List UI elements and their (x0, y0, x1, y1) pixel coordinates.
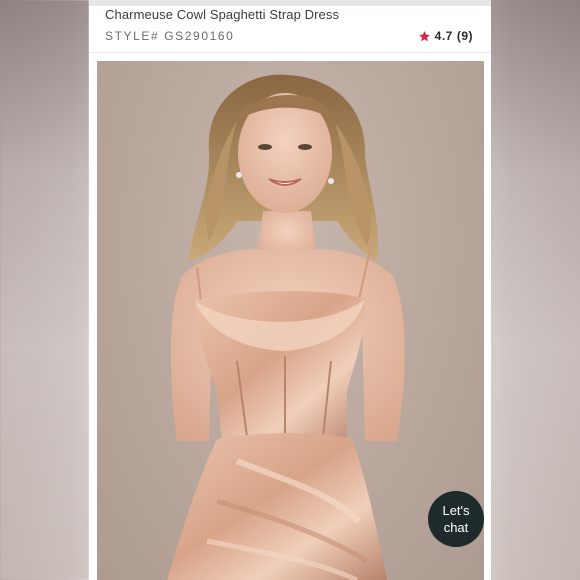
rating-value: 4.7 (434, 29, 453, 43)
review-count[interactable]: (9) (457, 29, 473, 43)
style-number: STYLE# GS290160 (105, 29, 234, 43)
model-illustration (167, 74, 405, 580)
product-image[interactable] (97, 61, 484, 580)
chat-line1: Let's (442, 503, 470, 518)
product-panel: Charmeuse Cowl Spaghetti Strap Dress STY… (89, 0, 491, 580)
rating-summary[interactable]: 4.7 (9) (418, 29, 473, 43)
background-blur-left (0, 0, 89, 580)
chat-line2: chat (443, 520, 469, 535)
divider (89, 52, 491, 53)
style-label: STYLE# (105, 29, 160, 43)
star-icon (418, 30, 430, 41)
top-bar (89, 0, 491, 6)
chat-button[interactable]: Let's chat (428, 491, 484, 547)
style-value: GS290160 (164, 29, 235, 43)
product-title: Charmeuse Cowl Spaghetti Strap Dress (105, 7, 340, 22)
background-blur-right (491, 0, 580, 580)
